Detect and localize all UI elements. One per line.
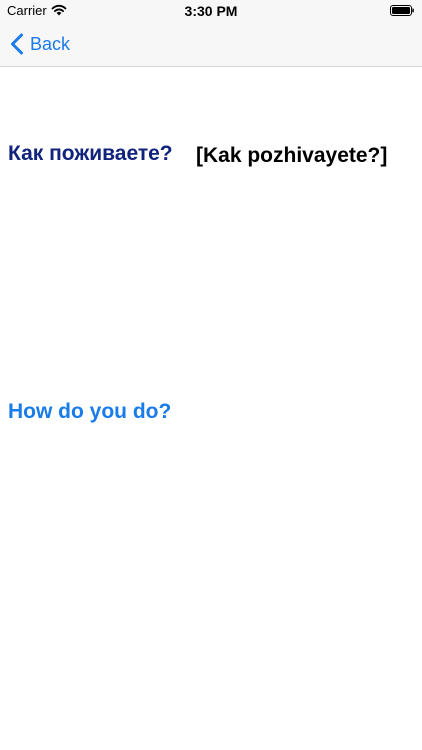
back-label: Back — [30, 33, 71, 54]
transliteration-text: [Kak pozhivayete?] — [196, 144, 388, 167]
navigation-bar: Back — [0, 22, 422, 67]
status-time: 3:30 PM — [184, 3, 238, 19]
back-button[interactable]: Back — [10, 31, 70, 57]
native-phrase: Как поживаете? — [8, 142, 173, 165]
translation-text: How do you do? — [8, 400, 172, 423]
battery-icon — [390, 5, 414, 16]
status-bar: Carrier 3:30 PM — [0, 0, 422, 22]
chevron-left-icon — [11, 33, 23, 55]
